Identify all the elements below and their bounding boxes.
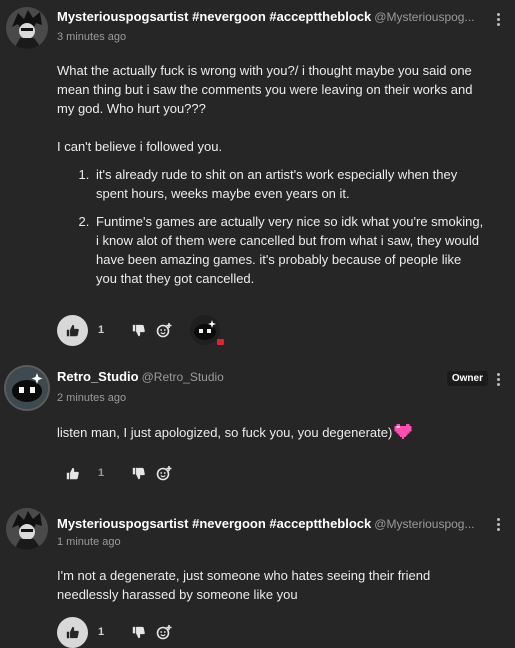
list-item: Funtime's games are actually very nice s… bbox=[93, 212, 485, 288]
like-count: 1 bbox=[98, 626, 105, 638]
avatar[interactable] bbox=[6, 367, 48, 409]
user-avatar-image bbox=[6, 508, 48, 550]
user-handle[interactable]: @Mysteriouspog... bbox=[374, 517, 474, 531]
timestamp: 3 minutes ago bbox=[57, 31, 127, 43]
comment-header: Retro_Studio @Retro_Studio bbox=[57, 369, 435, 384]
like-button[interactable] bbox=[57, 616, 88, 648]
thumbs-up-icon bbox=[66, 324, 79, 336]
like-count: 1 bbox=[98, 467, 105, 479]
thumbs-down-icon bbox=[132, 626, 145, 638]
kebab-menu-icon[interactable] bbox=[497, 373, 501, 388]
user-avatar-image bbox=[6, 7, 48, 49]
kebab-menu-icon[interactable] bbox=[497, 518, 501, 533]
username[interactable]: Mysteriouspogsartist #nevergoon #acceptt… bbox=[57, 9, 371, 24]
comment-list: it's already rude to shit on an artist's… bbox=[57, 165, 485, 288]
pixel-heart-icon bbox=[394, 424, 412, 439]
thumbs-down-icon bbox=[132, 324, 145, 336]
comment-paragraph: I can't believe i followed you. bbox=[57, 139, 223, 154]
robot-avatar-icon bbox=[190, 315, 220, 345]
comment-header: Mysteriouspogsartist #nevergoon #acceptt… bbox=[57, 9, 485, 24]
comment-text: listen man, I just apologized, so fuck y… bbox=[57, 425, 393, 440]
comment-actions: 1 bbox=[57, 616, 172, 648]
comment-body: What the actually fuck is wrong with you… bbox=[57, 61, 485, 297]
like-count: 1 bbox=[98, 324, 105, 336]
reaction-badge bbox=[217, 339, 224, 345]
username[interactable]: Mysteriouspogsartist #nevergoon #acceptt… bbox=[57, 516, 371, 531]
user-handle[interactable]: @Mysteriouspog... bbox=[374, 10, 474, 24]
robot-avatar-image bbox=[6, 367, 48, 409]
like-button[interactable] bbox=[57, 458, 88, 489]
comment-body: listen man, I just apologized, so fuck y… bbox=[57, 423, 485, 442]
comment-text: I'm not a degenerate, just someone who h… bbox=[57, 568, 431, 602]
dislike-button[interactable] bbox=[130, 322, 146, 338]
owner-badge: Owner bbox=[446, 371, 488, 386]
thumbs-down-icon bbox=[132, 467, 145, 479]
comment-actions: 1 bbox=[57, 314, 224, 346]
reaction-avatar[interactable] bbox=[190, 315, 224, 345]
thumbs-up-icon bbox=[66, 467, 79, 479]
comment-actions: 1 bbox=[57, 457, 172, 489]
comment-paragraph: What the actually fuck is wrong with you… bbox=[57, 63, 473, 116]
username[interactable]: Retro_Studio bbox=[57, 369, 139, 384]
list-item: it's already rude to shit on an artist's… bbox=[93, 165, 485, 203]
add-reaction-button[interactable] bbox=[156, 624, 172, 640]
dislike-button[interactable] bbox=[130, 624, 146, 640]
add-reaction-icon bbox=[156, 466, 172, 481]
add-reaction-icon bbox=[156, 625, 172, 640]
dislike-button[interactable] bbox=[130, 465, 146, 481]
comment-header: Mysteriouspogsartist #nevergoon #acceptt… bbox=[57, 516, 485, 531]
like-button[interactable] bbox=[57, 314, 88, 346]
timestamp: 1 minute ago bbox=[57, 536, 121, 548]
avatar[interactable] bbox=[6, 508, 48, 550]
thumbs-up-icon bbox=[66, 626, 79, 638]
comment-1: Mysteriouspogsartist #nevergoon #acceptt… bbox=[0, 0, 515, 350]
add-reaction-button[interactable] bbox=[156, 465, 172, 481]
user-handle[interactable]: @Retro_Studio bbox=[142, 370, 224, 384]
timestamp: 2 minutes ago bbox=[57, 392, 127, 404]
kebab-menu-icon[interactable] bbox=[497, 13, 501, 28]
comment-body: I'm not a degenerate, just someone who h… bbox=[57, 566, 485, 604]
avatar[interactable] bbox=[6, 7, 48, 49]
comment-2: Retro_Studio @Retro_Studio Owner 2 minute… bbox=[0, 360, 515, 495]
add-reaction-button[interactable] bbox=[156, 322, 172, 338]
add-reaction-icon bbox=[156, 323, 172, 338]
comment-3: Mysteriouspogsartist #nevergoon #acceptt… bbox=[0, 505, 515, 648]
